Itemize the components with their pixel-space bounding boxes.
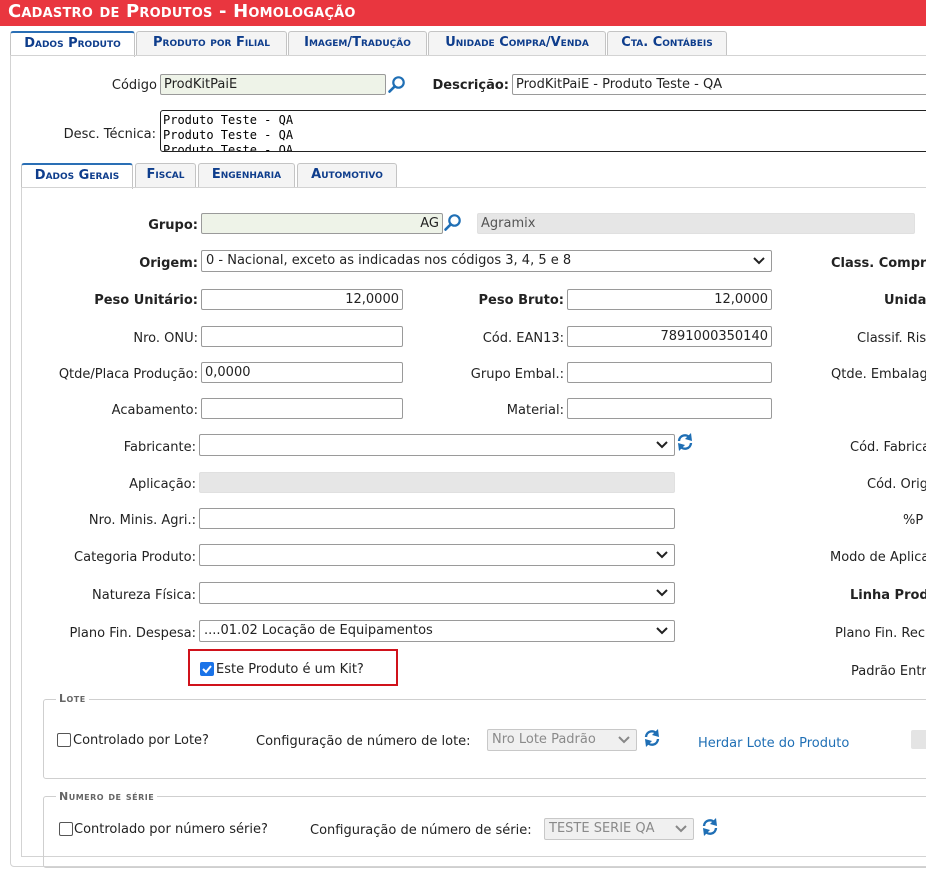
fabricante-select[interactable]	[199, 434, 675, 456]
pct-label: %P	[903, 513, 924, 528]
herdar-lote-link[interactable]: Herdar Lote do Produto	[698, 736, 849, 751]
lote-legend: Lote	[56, 692, 89, 705]
window-title: Cadastro de Produtos - Homologação	[8, 1, 356, 22]
plano-fin-label: Plano Fin. Despesa:	[69, 626, 196, 641]
categoria-label: Categoria Produto:	[74, 550, 196, 565]
nro-onu-input[interactable]	[201, 326, 403, 347]
nro-minis-label: Nro. Minis. Agri.:	[88, 513, 196, 528]
sub-tab-bar: Dados Gerais Fiscal Engenharia Automotiv…	[21, 163, 926, 189]
qtde-placa-label: Qtde/Placa Produção:	[58, 367, 198, 382]
grupo-embal-label: Grupo Embal.:	[470, 367, 564, 382]
kit-checkbox[interactable]	[200, 662, 214, 676]
origem-select[interactable]: 0 - Nacional, exceto as indicadas nos có…	[201, 250, 772, 272]
tab-imagem-traducao[interactable]: Imagem/Tradução	[288, 31, 427, 55]
grupo-input[interactable]: AG	[201, 213, 443, 234]
linha-produto-label: Linha Prod	[850, 588, 926, 603]
refresh-icon[interactable]	[701, 817, 719, 837]
tab-dados-gerais[interactable]: Dados Gerais	[21, 163, 133, 189]
chevron-down-icon	[753, 257, 765, 265]
tab-fiscal[interactable]: Fiscal	[135, 163, 196, 187]
chevron-down-icon	[618, 736, 630, 744]
classif-risco-label: Classif. Ris	[857, 331, 926, 346]
natureza-label: Natureza Física:	[92, 588, 196, 603]
serie-legend: Numero de série	[56, 790, 158, 803]
tab-unidade-compra-venda[interactable]: Unidade Compra/Venda	[428, 31, 606, 55]
peso-unitario-input[interactable]: 12,0000	[201, 289, 403, 310]
qtde-embalagem-label: Qtde. Embalag	[831, 367, 926, 382]
chevron-down-icon	[656, 589, 668, 597]
desc-tecnica-textarea[interactable]	[160, 110, 926, 152]
tab-engenharia[interactable]: Engenharia	[198, 163, 295, 187]
lote-checkbox[interactable]	[57, 733, 71, 747]
material-input[interactable]	[567, 398, 772, 419]
cod-fabricante-label: Cód. Fabrica	[850, 440, 926, 455]
refresh-icon[interactable]	[643, 728, 661, 748]
chevron-down-icon	[656, 627, 668, 635]
chevron-down-icon	[656, 551, 668, 559]
checkmark-icon	[202, 665, 212, 674]
nro-minis-input[interactable]	[199, 508, 675, 529]
peso-unitario-label: Peso Unitário:	[94, 293, 198, 308]
grupo-description: Agramix	[477, 213, 915, 234]
acabamento-input[interactable]	[201, 398, 403, 419]
serie-checkbox[interactable]	[59, 822, 73, 836]
lote-config-select[interactable]: Nro Lote Padrão	[487, 729, 637, 751]
descricao-input[interactable]: ProdKitPaiE - Produto Teste - QA	[512, 74, 926, 95]
codigo-label: Código	[111, 78, 157, 93]
tab-cta-contabeis[interactable]: Cta. Contábeis	[607, 31, 727, 55]
acabamento-label: Acabamento:	[111, 403, 198, 418]
chevron-down-icon	[656, 441, 668, 449]
aplicacao-label: Aplicação:	[129, 477, 196, 492]
cod-origem-label: Cód. Orig	[867, 477, 926, 492]
chevron-down-icon	[675, 825, 687, 833]
origem-selected: 0 - Nacional, exceto as indicadas nos có…	[206, 253, 572, 268]
desc-tecnica-label: Desc. Técnica:	[63, 127, 156, 142]
origem-label: Origem:	[139, 256, 198, 271]
grupo-embal-input[interactable]	[567, 362, 772, 383]
lote-config-selected: Nro Lote Padrão	[492, 732, 596, 747]
title-bar: Cadastro de Produtos - Homologação	[0, 0, 926, 26]
lote-config-label: Configuração de número de lote:	[256, 734, 471, 749]
refresh-icon[interactable]	[676, 432, 694, 452]
lote-controlado-label: Controlado por Lote?	[73, 733, 209, 748]
plano-fin-select[interactable]: ....01.02 Locação de Equipamentos	[199, 620, 675, 642]
categoria-select[interactable]	[199, 544, 675, 566]
plano-fin-selected: ....01.02 Locação de Equipamentos	[204, 623, 433, 638]
serie-config-label: Configuração de número de série:	[310, 823, 532, 838]
search-icon[interactable]	[387, 75, 407, 95]
peso-bruto-label: Peso Bruto:	[478, 293, 564, 308]
lote-extra-button[interactable]	[911, 730, 926, 749]
tab-dados-produto[interactable]: Dados Produto	[10, 31, 135, 57]
plano-fin-receita-label: Plano Fin. Rec	[835, 626, 925, 641]
fabricante-label: Fabricante:	[123, 440, 196, 455]
cod-ean13-input[interactable]: 7891000350140	[567, 326, 772, 347]
tab-automotivo[interactable]: Automotivo	[297, 163, 397, 187]
class-compra-label: Class. Compr	[831, 256, 926, 271]
modo-aplicacao-label: Modo de Aplica	[830, 550, 926, 565]
search-icon[interactable]	[443, 213, 463, 233]
kit-label: Este Produto é um Kit?	[216, 662, 364, 677]
material-label: Material:	[506, 403, 564, 418]
serie-config-selected: TESTE SERIE QA	[549, 821, 655, 836]
peso-bruto-input[interactable]: 12,0000	[567, 289, 772, 310]
natureza-select[interactable]	[199, 582, 675, 604]
top-tab-bar: Dados Produto Produto por Filial Imagem/…	[10, 31, 926, 57]
padrao-entrada-label: Padrão Entr	[851, 664, 926, 679]
qtde-placa-input[interactable]: 0,0000	[201, 362, 403, 383]
grupo-label: Grupo:	[148, 218, 198, 233]
tab-produto-por-filial[interactable]: Produto por Filial	[136, 31, 287, 55]
serie-config-select[interactable]: TESTE SERIE QA	[544, 818, 694, 840]
aplicacao-input	[199, 472, 675, 493]
nro-onu-label: Nro. ONU:	[133, 331, 198, 346]
unidade-label: Unida	[884, 293, 926, 308]
codigo-input[interactable]: ProdKitPaiE	[160, 74, 386, 95]
descricao-label: Descrição:	[432, 78, 509, 93]
cod-ean13-label: Cód. EAN13:	[482, 331, 564, 346]
serie-controlado-label: Controlado por número série?	[74, 822, 268, 837]
